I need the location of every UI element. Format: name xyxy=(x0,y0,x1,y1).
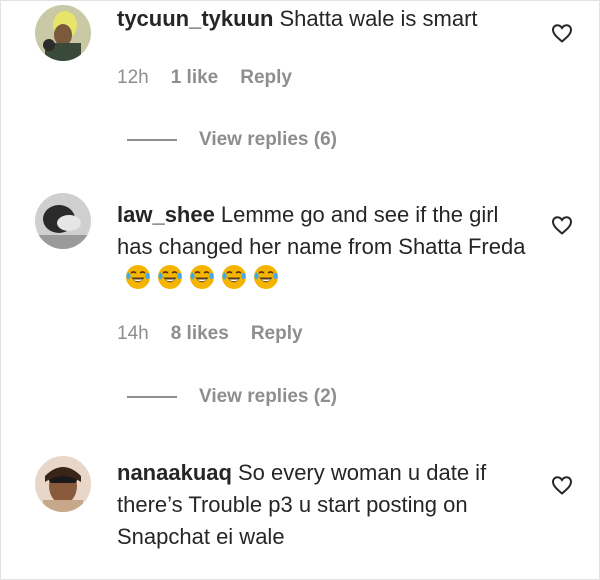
view-replies-button[interactable]: View replies (6) xyxy=(127,129,337,151)
comment-time: 14h xyxy=(117,323,149,344)
comment-text: Shatta wale is smart xyxy=(279,6,478,31)
reply-button[interactable]: Reply xyxy=(251,323,303,345)
comment-time: 12h xyxy=(117,67,149,88)
comment-body: law_shee Lemme go and see if the girl has… xyxy=(117,199,537,295)
comment-likes[interactable]: 8 likes xyxy=(171,323,229,345)
comment-username[interactable]: nanaakuaq xyxy=(117,460,232,485)
comment-meta: 12h 1 like Reply xyxy=(117,67,292,89)
comment-likes[interactable]: 1 like xyxy=(171,67,219,89)
laughing-emoji-icon xyxy=(126,265,150,289)
heart-icon[interactable] xyxy=(550,473,574,497)
view-replies-button[interactable]: View replies (2) xyxy=(127,386,337,408)
laughing-emoji-icon xyxy=(222,265,246,289)
reply-button[interactable]: Reply xyxy=(240,67,292,89)
comment-body: nanaakuaq So every woman u date if there’… xyxy=(117,457,537,553)
comment-username[interactable]: law_shee xyxy=(117,202,215,227)
avatar[interactable] xyxy=(35,193,91,249)
comment-meta: 14h 8 likes Reply xyxy=(117,323,303,345)
view-replies-label: View replies (6) xyxy=(199,129,337,150)
emoji-row xyxy=(125,264,279,290)
divider-line xyxy=(127,139,177,141)
heart-icon[interactable] xyxy=(550,21,574,45)
comment-username[interactable]: tycuun_tykuun xyxy=(117,6,273,31)
avatar[interactable] xyxy=(35,5,91,61)
divider-line xyxy=(127,396,177,398)
comment-body: tycuun_tykuun Shatta wale is smart xyxy=(117,3,537,35)
laughing-emoji-icon xyxy=(254,265,278,289)
laughing-emoji-icon xyxy=(190,265,214,289)
comments-panel: tycuun_tykuun Shatta wale is smart 12h 1 … xyxy=(0,0,600,580)
view-replies-label: View replies (2) xyxy=(199,386,337,407)
heart-icon[interactable] xyxy=(550,213,574,237)
avatar[interactable] xyxy=(35,456,91,512)
laughing-emoji-icon xyxy=(158,265,182,289)
